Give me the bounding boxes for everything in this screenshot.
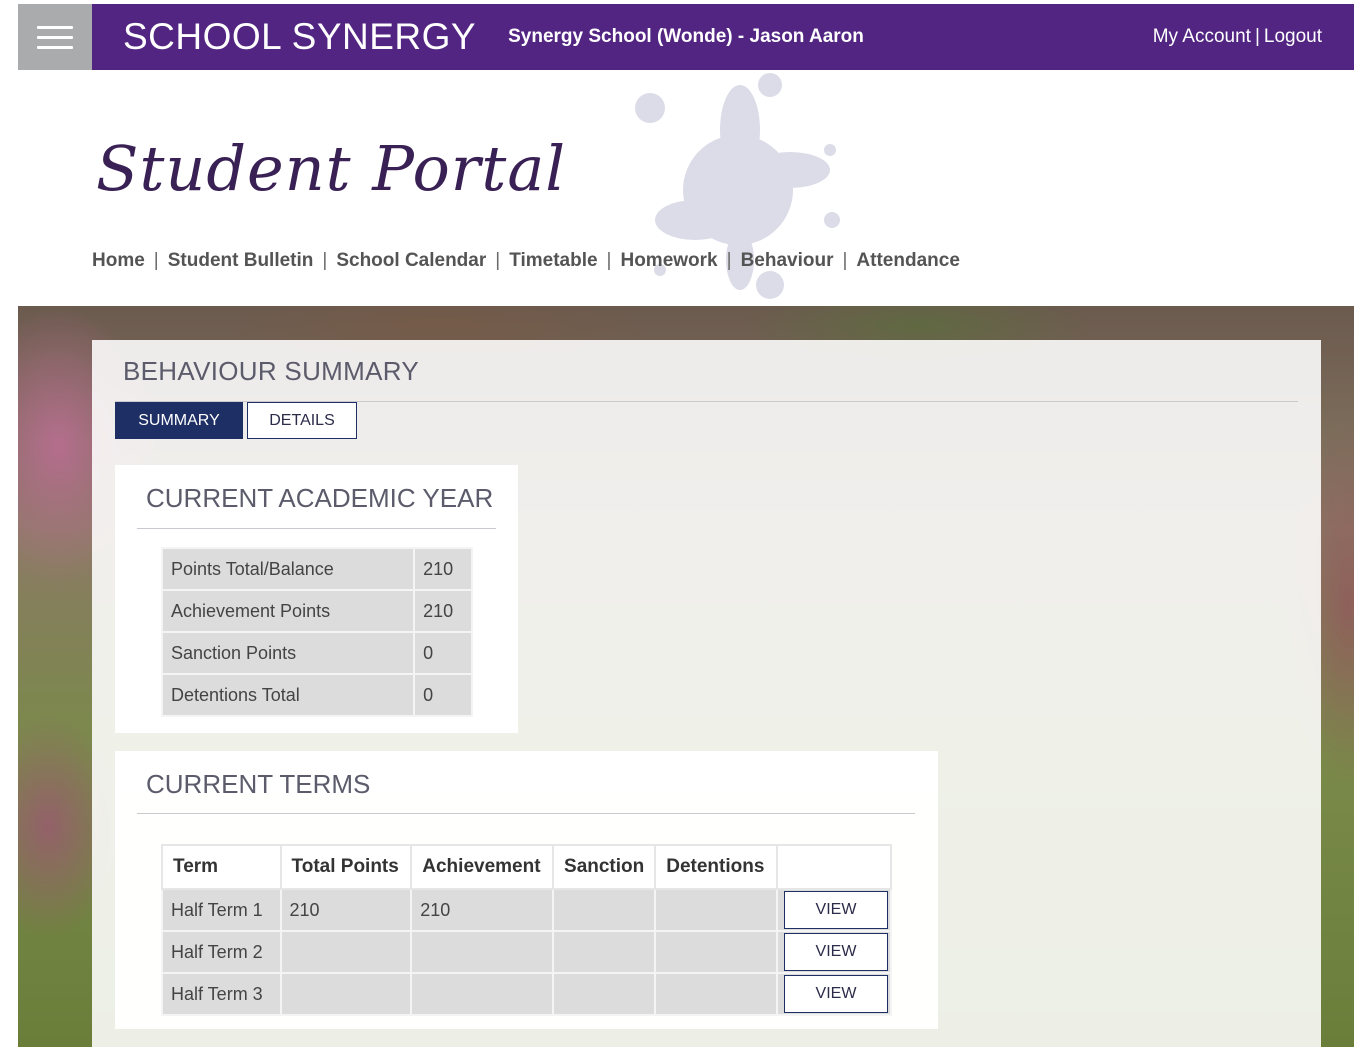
total-points-cell: 210: [279, 888, 413, 932]
current-terms-title: CURRENT TERMS: [146, 769, 371, 799]
nav-item-timetable[interactable]: Timetable: [509, 250, 597, 271]
nav-separator: |: [606, 250, 612, 271]
school-user-label: Synergy School (Wonde) - Jason Aaron: [508, 26, 864, 47]
view-button[interactable]: VIEW: [783, 891, 888, 929]
term-cell: Half Term 3: [161, 972, 282, 1016]
year-row-value: 0: [413, 673, 473, 717]
detentions-cell: [654, 888, 778, 932]
column-header-total-points: Total Points: [279, 844, 413, 890]
table-row: Half Term 2 VIEW: [161, 930, 893, 974]
account-links: My Account | Logout: [1153, 26, 1322, 48]
ink-splat-decoration: [635, 73, 840, 299]
year-row-label: Detentions Total: [160, 673, 416, 717]
action-cell: VIEW: [775, 972, 893, 1016]
nav-item-school-calendar[interactable]: School Calendar: [336, 250, 486, 271]
nav-item-behaviour[interactable]: Behaviour: [741, 250, 834, 271]
nav-item-student-bulletin[interactable]: Student Bulletin: [168, 250, 314, 271]
nav-item-attendance[interactable]: Attendance: [856, 250, 959, 271]
achievement-cell: [410, 972, 555, 1016]
terms-table: Term Total Points Achievement Sanction D…: [161, 844, 893, 1016]
year-row-label: Achievement Points: [160, 589, 416, 633]
column-header-achievement: Achievement: [410, 844, 555, 890]
brand-logo: SCHOOL SYNERGY: [123, 16, 477, 57]
table-row: Achievement Points 210: [160, 589, 473, 633]
table-row: Points Total/Balance 210: [160, 547, 473, 591]
total-points-cell: [279, 930, 413, 974]
achievement-cell: 210: [410, 888, 555, 932]
nav-item-home[interactable]: Home: [92, 250, 145, 271]
panel-divider: [137, 813, 915, 814]
account-separator: |: [1254, 26, 1260, 47]
table-row: Half Term 1 210 210 VIEW: [161, 888, 893, 932]
detentions-cell: [654, 930, 778, 974]
term-cell: Half Term 1: [161, 888, 282, 932]
action-cell: VIEW: [775, 930, 893, 974]
year-row-label: Points Total/Balance: [160, 547, 416, 591]
nav-separator: |: [842, 250, 848, 271]
nav-separator: |: [322, 250, 328, 271]
tab-details[interactable]: DETAILS: [247, 402, 357, 439]
hamburger-menu-icon[interactable]: [18, 4, 92, 70]
sanction-cell: [552, 888, 657, 932]
detentions-cell: [654, 972, 778, 1016]
view-button[interactable]: VIEW: [783, 933, 888, 971]
column-header-action: [775, 844, 893, 890]
main-navigation: Home | Student Bulletin | School Calendar | Ti…: [92, 250, 960, 272]
total-points-cell: [279, 972, 413, 1016]
sanction-cell: [552, 930, 657, 974]
year-row-value: 0: [413, 631, 473, 675]
column-header-sanction: Sanction: [552, 844, 657, 890]
term-cell: Half Term 2: [161, 930, 282, 974]
logout-link[interactable]: Logout: [1264, 26, 1322, 47]
table-row: Sanction Points 0: [160, 631, 473, 675]
current-academic-year-title: CURRENT ACADEMIC YEAR: [146, 483, 494, 513]
achievement-cell: [410, 930, 555, 974]
table-row: Detentions Total 0: [160, 673, 473, 717]
portal-title: Student Portal: [96, 132, 567, 205]
year-row-label: Sanction Points: [160, 631, 416, 675]
nav-separator: |: [726, 250, 732, 271]
year-row-value: 210: [413, 589, 473, 633]
page-title: BEHAVIOUR SUMMARY: [123, 356, 419, 386]
column-header-term: Term: [161, 844, 282, 890]
table-header-row: Term Total Points Achievement Sanction D…: [161, 844, 893, 890]
view-button[interactable]: VIEW: [783, 975, 888, 1013]
nav-separator: |: [153, 250, 159, 271]
nav-separator: |: [495, 250, 501, 271]
my-account-link[interactable]: My Account: [1153, 26, 1251, 47]
column-header-detentions: Detentions: [654, 844, 778, 890]
current-academic-year-panel: CURRENT ACADEMIC YEAR Points Total/Balan…: [115, 465, 518, 733]
current-terms-panel: CURRENT TERMS Term Total Points Achievem…: [115, 751, 938, 1029]
top-bar: SCHOOL SYNERGY Synergy School (Wonde) - …: [18, 4, 1354, 70]
year-row-value: 210: [413, 547, 473, 591]
panel-divider: [137, 528, 496, 529]
table-row: Half Term 3 VIEW: [161, 972, 893, 1016]
sanction-cell: [552, 972, 657, 1016]
tab-summary[interactable]: SUMMARY: [115, 402, 243, 439]
nav-item-homework[interactable]: Homework: [620, 250, 717, 271]
action-cell: VIEW: [775, 888, 893, 932]
academic-year-table: Points Total/Balance 210 Achievement Poi…: [160, 547, 473, 717]
